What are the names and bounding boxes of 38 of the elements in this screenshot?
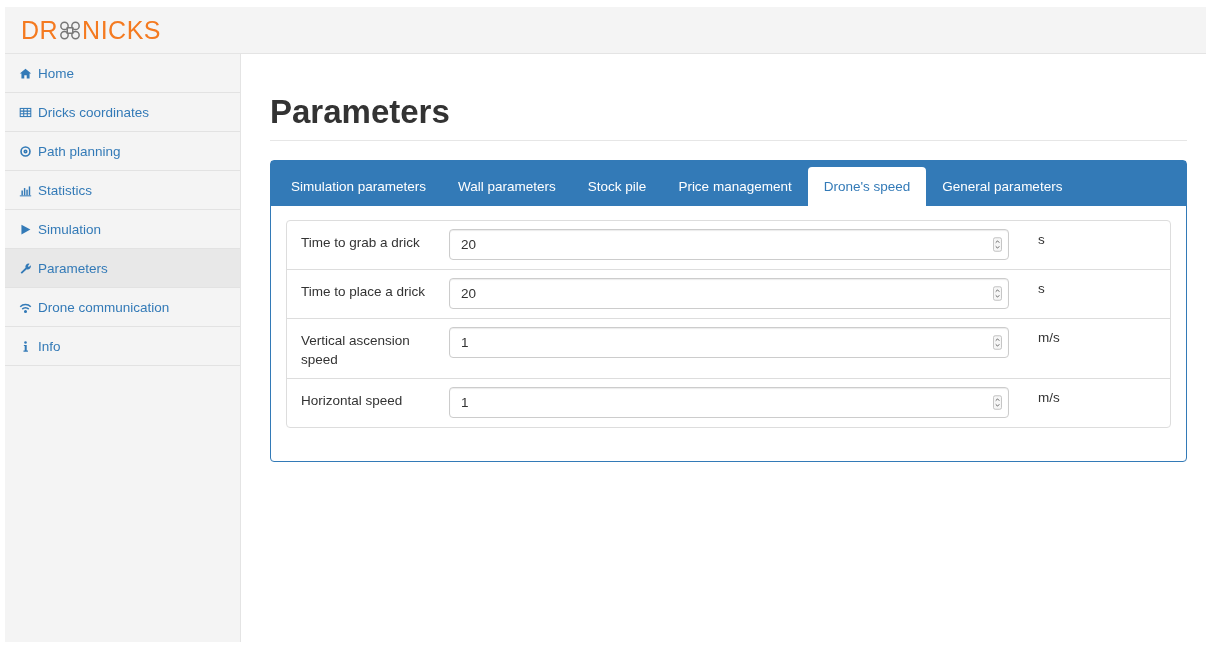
compass-icon bbox=[19, 144, 32, 158]
spinner-icon[interactable] bbox=[993, 395, 1002, 410]
unit-label: m/s bbox=[1037, 389, 1060, 407]
sidebar-item[interactable]: Home bbox=[5, 54, 240, 93]
home-icon bbox=[19, 66, 32, 80]
field-label: Horizontal speed bbox=[301, 392, 404, 410]
unit-label: s bbox=[1037, 231, 1045, 249]
spinner-icon[interactable] bbox=[993, 335, 1002, 350]
sidebar-item[interactable]: Path planning bbox=[5, 132, 240, 171]
drone-icon bbox=[59, 20, 82, 40]
page-title: Parameters bbox=[270, 92, 451, 132]
unit-label: s bbox=[1037, 280, 1045, 298]
tab[interactable]: Simulation parameters bbox=[275, 167, 443, 206]
wrench-icon bbox=[19, 261, 32, 275]
tab[interactable]: Stock pile bbox=[571, 167, 663, 206]
field-label: Time to place a drick bbox=[301, 283, 427, 301]
sidebar-item[interactable]: Info bbox=[5, 327, 240, 366]
number-input[interactable]: 20 bbox=[449, 278, 1009, 309]
field-label: Time to grab a drick bbox=[301, 234, 421, 252]
sidebar-item[interactable]: Dricks coordinates bbox=[5, 93, 240, 132]
spinner-icon[interactable] bbox=[993, 286, 1002, 301]
unit-label: m/s bbox=[1037, 329, 1060, 347]
tab[interactable]: Price management bbox=[662, 167, 808, 206]
field-label: Vertical ascension speed bbox=[301, 332, 411, 369]
sidebar-item[interactable]: Statistics bbox=[5, 171, 240, 210]
logo: DR NICKS bbox=[21, 15, 161, 45]
table-icon bbox=[19, 105, 32, 119]
number-input[interactable]: 1 bbox=[449, 387, 1009, 418]
tab[interactable]: General parameters bbox=[926, 167, 1079, 206]
sidebar-item[interactable]: Drone communication bbox=[5, 288, 240, 327]
sidebar-item[interactable]: Parameters bbox=[5, 249, 240, 288]
number-input[interactable]: 20 bbox=[449, 229, 1009, 260]
play-icon bbox=[19, 222, 32, 236]
number-input[interactable]: 1 bbox=[449, 327, 1009, 358]
spinner-icon[interactable] bbox=[993, 237, 1002, 252]
tab[interactable]: Drone's speed bbox=[807, 167, 927, 206]
tab[interactable]: Wall parameters bbox=[442, 167, 572, 206]
bar-chart-icon bbox=[19, 183, 32, 197]
